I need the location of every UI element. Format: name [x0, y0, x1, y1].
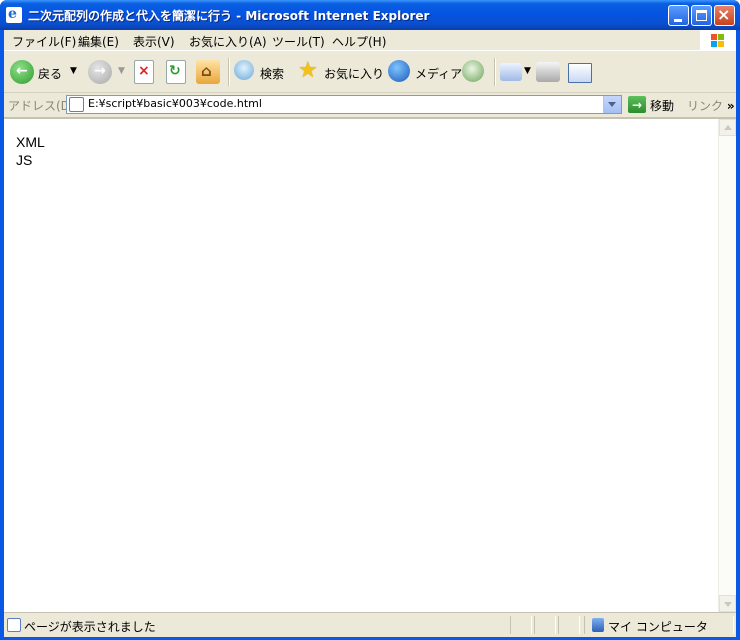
- print-icon: [536, 62, 560, 82]
- chevron-down-icon: [608, 102, 616, 107]
- media-icon: [388, 60, 410, 82]
- windows-logo-icon: [700, 30, 736, 50]
- address-label: アドレス(D): [8, 99, 75, 113]
- edit-button[interactable]: [568, 60, 594, 84]
- chevron-up-icon: [724, 125, 732, 130]
- browser-window: e 二次元配列の作成と代入を簡潔に行う - Microsoft Internet…: [0, 0, 740, 640]
- page-icon: [69, 97, 84, 112]
- page-done-icon: [7, 618, 21, 632]
- menu-edit[interactable]: 編集(E): [78, 33, 119, 50]
- client-area: ファイル(F) 編集(E) 表示(V) お気に入り(A) ツール(T) ヘルプ(…: [4, 30, 736, 637]
- maximize-icon: [696, 10, 707, 21]
- forward-button[interactable]: → ▼: [88, 60, 128, 84]
- address-input[interactable]: E:¥script¥basic¥003¥code.html: [66, 95, 622, 114]
- toolbar-separator: [494, 58, 496, 86]
- menu-tools[interactable]: ツール(T): [272, 33, 325, 50]
- back-button[interactable]: ← 戻る ▼: [10, 60, 78, 84]
- ie-icon[interactable]: e: [6, 6, 22, 23]
- minimize-icon: [674, 19, 682, 22]
- content-line: XML: [16, 134, 45, 150]
- menu-file[interactable]: ファイル(F): [12, 33, 76, 50]
- refresh-button[interactable]: ↻: [166, 60, 188, 84]
- go-arrow-icon: →: [628, 96, 646, 113]
- close-button[interactable]: ×: [714, 5, 735, 26]
- mail-icon: [500, 63, 522, 81]
- toolbar-separator: [228, 58, 230, 86]
- vertical-scrollbar[interactable]: [718, 119, 736, 612]
- status-pane: [534, 616, 556, 634]
- security-zone: マイ コンピュータ: [608, 620, 708, 634]
- status-pane: [510, 616, 532, 634]
- scroll-up-button[interactable]: [719, 119, 736, 136]
- document-viewport[interactable]: XML JS: [4, 118, 736, 612]
- history-button[interactable]: [462, 60, 488, 84]
- standard-toolbar: ← 戻る ▼ → ▼ × ↻ ⌂ 検索 ★ お気に入り メディア ▼: [4, 52, 736, 93]
- chevron-down-icon: [724, 602, 732, 607]
- print-button[interactable]: [536, 60, 562, 84]
- status-pane: [558, 616, 580, 634]
- page-content: XML JS: [16, 133, 45, 169]
- home-button[interactable]: ⌂: [196, 60, 222, 84]
- address-bar: アドレス(D) E:¥script¥basic¥003¥code.html → …: [4, 93, 736, 118]
- status-text: ページが表示されました: [24, 620, 156, 634]
- minimize-button[interactable]: [668, 5, 689, 26]
- edit-icon: [568, 63, 592, 83]
- window-title: 二次元配列の作成と代入を簡潔に行う - Microsoft Internet E…: [28, 9, 430, 23]
- menu-bar: ファイル(F) 編集(E) 表示(V) お気に入り(A) ツール(T) ヘルプ(…: [4, 30, 736, 51]
- menu-help[interactable]: ヘルプ(H): [332, 33, 386, 50]
- search-button[interactable]: 検索: [234, 60, 290, 84]
- menu-favorites[interactable]: お気に入り(A): [189, 33, 267, 50]
- close-icon: ×: [717, 5, 731, 24]
- stop-button[interactable]: ×: [134, 60, 156, 84]
- address-dropdown-button[interactable]: [603, 96, 621, 113]
- menu-view[interactable]: 表示(V): [133, 33, 175, 50]
- favorites-button[interactable]: ★ お気に入り: [298, 58, 384, 84]
- mail-button[interactable]: ▼: [500, 60, 534, 84]
- address-url[interactable]: E:¥script¥basic¥003¥code.html: [88, 97, 262, 110]
- favorites-star-icon: ★: [298, 58, 318, 83]
- links-toolbar[interactable]: リンク »: [687, 97, 735, 114]
- maximize-button[interactable]: [691, 5, 712, 26]
- links-label: リンク: [687, 99, 724, 113]
- computer-icon: [592, 618, 604, 632]
- history-icon: [462, 60, 484, 82]
- media-button[interactable]: メディア: [388, 60, 462, 84]
- status-bar: ページが表示されました マイ コンピュータ: [4, 612, 736, 637]
- content-line: JS: [16, 152, 33, 168]
- scroll-down-button[interactable]: [719, 595, 736, 612]
- title-bar[interactable]: e 二次元配列の作成と代入を簡潔に行う - Microsoft Internet…: [0, 0, 740, 30]
- search-icon: [234, 60, 254, 80]
